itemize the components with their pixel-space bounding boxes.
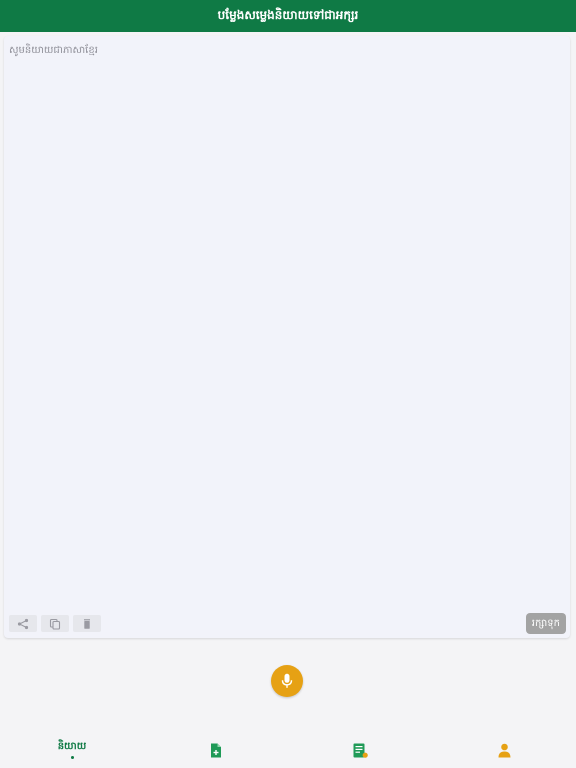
transcript-placeholder: សូមនិយាយជាភាសាខ្មែរ [9, 45, 98, 56]
share-icon [17, 618, 29, 629]
save-button[interactable]: រក្សាទុក [525, 613, 566, 634]
copy-icon [49, 618, 61, 630]
page-title: បម្លែងសម្លេងនិយាយទៅជាអក្សរ [217, 8, 359, 22]
editor-action-bar [9, 615, 101, 632]
nav-speak-label: និយាយ [57, 741, 87, 752]
app-header: បម្លែងសម្លេងនិយាយទៅជាអក្សរ [0, 0, 576, 32]
nav-file[interactable] [144, 732, 288, 768]
transcript-text-area[interactable]: សូមនិយាយជាភាសាខ្មែរ រក្សាទុក [4, 36, 570, 638]
microphone-icon [281, 673, 293, 688]
document-edit-icon [353, 743, 368, 758]
share-button[interactable] [9, 615, 37, 632]
record-mic-button[interactable] [271, 665, 303, 697]
nav-profile[interactable] [432, 732, 576, 768]
delete-button[interactable] [73, 615, 101, 632]
nav-documents[interactable] [288, 732, 432, 768]
trash-icon [84, 618, 90, 629]
file-add-icon [211, 743, 221, 757]
nav-speak[interactable]: និយាយ [0, 732, 144, 768]
profile-icon [498, 743, 510, 757]
active-indicator-dot [70, 756, 74, 759]
bottom-navigation: និយាយ [0, 732, 576, 768]
copy-button[interactable] [41, 615, 69, 632]
